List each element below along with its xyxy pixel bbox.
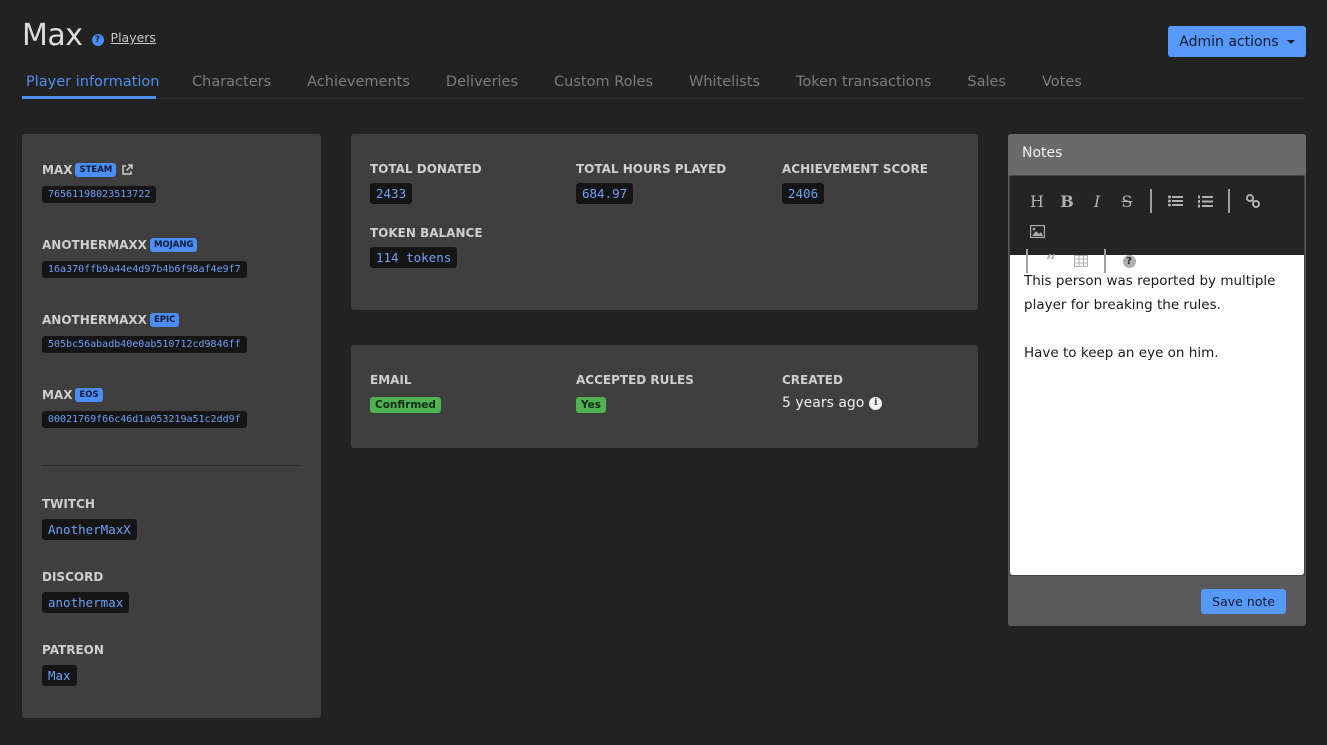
strikethrough-icon[interactable]: S bbox=[1112, 186, 1142, 216]
admin-actions-button[interactable]: Admin actions bbox=[1168, 26, 1306, 57]
toolbar-separator bbox=[1150, 189, 1152, 213]
status-label: ACCEPTED RULES bbox=[576, 373, 694, 387]
account-name: MAX bbox=[42, 163, 73, 177]
account-id: 505bc56abadb40e0ab510712cd9846ff bbox=[42, 336, 247, 353]
account-id: 76561198023513722 bbox=[42, 186, 157, 203]
social-label: TWITCH bbox=[42, 497, 95, 511]
account-name: MAX bbox=[42, 388, 73, 402]
stat-total-hours-played: TOTAL HOURS PLAYED 684.97 bbox=[576, 162, 782, 204]
tab-token-transactions[interactable]: Token transactions bbox=[778, 66, 949, 99]
social-value: AnotherMaxX bbox=[42, 519, 137, 540]
heading-icon[interactable]: H bbox=[1022, 186, 1052, 216]
image-icon[interactable] bbox=[1022, 216, 1052, 246]
tab-bar: Player information Characters Achievemen… bbox=[22, 66, 1306, 99]
social-label: DISCORD bbox=[42, 570, 104, 584]
notes-card: Notes H B I S “ ? This person was report… bbox=[1008, 134, 1306, 626]
tab-votes[interactable]: Votes bbox=[1024, 66, 1100, 99]
admin-actions-label: Admin actions bbox=[1179, 33, 1279, 50]
status-label: EMAIL bbox=[370, 373, 412, 387]
social-value: Max bbox=[42, 665, 77, 686]
notes-title: Notes bbox=[1008, 134, 1306, 175]
toolbar-separator bbox=[1228, 189, 1230, 213]
created-value: 5 years ago bbox=[782, 395, 865, 411]
unordered-list-icon[interactable] bbox=[1160, 186, 1190, 216]
account-entry: ANOTHERMAXX EPIC 505bc56abadb40e0ab51071… bbox=[42, 312, 301, 387]
social-value: anothermax bbox=[42, 592, 130, 613]
caret-down-icon bbox=[1286, 39, 1295, 44]
tab-characters[interactable]: Characters bbox=[174, 66, 289, 99]
platform-badge: EPIC bbox=[149, 313, 180, 327]
stat-total-donated: TOTAL DONATED 2433 bbox=[370, 162, 576, 204]
note-paragraph: This person was reported by multiple pla… bbox=[1024, 273, 1276, 313]
stat-value: 2433 bbox=[370, 183, 413, 204]
platform-badge: EOS bbox=[75, 388, 103, 402]
social-label: PATREON bbox=[42, 643, 104, 657]
tab-achievements[interactable]: Achievements bbox=[289, 66, 428, 99]
platform-badge: MOJANG bbox=[149, 238, 198, 252]
breadcrumb-players-link[interactable]: Players bbox=[111, 30, 156, 45]
page-title: Max bbox=[22, 18, 83, 53]
italic-icon[interactable]: I bbox=[1082, 186, 1112, 216]
note-textarea[interactable]: This person was reported by multiple pla… bbox=[1010, 255, 1304, 575]
stat-label: TOTAL DONATED bbox=[370, 162, 482, 176]
question-circle-icon[interactable]: ? bbox=[91, 34, 104, 46]
status-card: EMAIL Confirmed ACCEPTED RULES Yes CREAT… bbox=[351, 345, 978, 448]
account-id: 16a370ffb9a44e4d97b4b6f98af4e9f7 bbox=[42, 261, 247, 278]
tab-deliveries[interactable]: Deliveries bbox=[428, 66, 536, 99]
external-link-icon[interactable] bbox=[121, 164, 133, 176]
email-confirmed-badge: Confirmed bbox=[370, 397, 441, 413]
bold-icon[interactable]: B bbox=[1052, 186, 1082, 216]
tab-player-information[interactable]: Player information bbox=[22, 66, 159, 99]
social-entry-twitch: TWITCH AnotherMaxX bbox=[42, 496, 301, 569]
stat-value: 2406 bbox=[782, 183, 825, 204]
status-email: EMAIL Confirmed bbox=[370, 373, 576, 413]
divider bbox=[42, 465, 301, 466]
status-created: CREATED 5 years ago i bbox=[782, 373, 978, 413]
accounts-card: MAX STEAM 76561198023513722 ANOTHERMAXX … bbox=[22, 134, 321, 718]
save-note-button[interactable]: Save note bbox=[1201, 589, 1286, 614]
link-icon[interactable] bbox=[1238, 186, 1268, 216]
account-entry: MAX EOS 00021769f66c46d1a053219a51c2dd9f bbox=[42, 387, 301, 457]
stat-value: 684.97 bbox=[576, 183, 634, 204]
ordered-list-icon[interactable] bbox=[1190, 186, 1220, 216]
stat-value: 114 tokens bbox=[370, 247, 458, 268]
tab-custom-roles[interactable]: Custom Roles bbox=[536, 66, 671, 99]
account-id: 00021769f66c46d1a053219a51c2dd9f bbox=[42, 411, 247, 428]
stat-label: TOTAL HOURS PLAYED bbox=[576, 162, 727, 176]
info-icon[interactable]: i bbox=[869, 396, 883, 410]
stats-card: TOTAL DONATED 2433 TOTAL HOURS PLAYED 68… bbox=[351, 134, 978, 310]
stat-label: ACHIEVEMENT SCORE bbox=[782, 162, 928, 176]
tab-sales[interactable]: Sales bbox=[949, 66, 1024, 99]
account-name: ANOTHERMAXX bbox=[42, 238, 147, 252]
status-accepted-rules: ACCEPTED RULES Yes bbox=[576, 373, 782, 413]
editor-toolbar: H B I S “ ? bbox=[1010, 176, 1304, 273]
stat-token-balance: TOKEN BALANCE 114 tokens bbox=[370, 226, 576, 268]
tab-whitelists[interactable]: Whitelists bbox=[671, 66, 778, 99]
stat-label: TOKEN BALANCE bbox=[370, 226, 483, 240]
page-header: Max ? Players bbox=[22, 18, 156, 53]
social-entry-discord: DISCORD anothermax bbox=[42, 569, 301, 642]
status-label: CREATED bbox=[782, 373, 843, 387]
markdown-editor: H B I S “ ? This person was reported by … bbox=[1009, 175, 1305, 576]
note-paragraph: Have to keep an eye on him. bbox=[1024, 345, 1219, 361]
account-entry: ANOTHERMAXX MOJANG 16a370ffb9a44e4d97b4b… bbox=[42, 237, 301, 312]
account-name: ANOTHERMAXX bbox=[42, 313, 147, 327]
stat-achievement-score: ACHIEVEMENT SCORE 2406 bbox=[782, 162, 978, 204]
platform-badge: STEAM bbox=[75, 163, 117, 177]
social-entry-patreon: PATREON Max bbox=[42, 642, 301, 715]
account-entry: MAX STEAM 76561198023513722 bbox=[42, 162, 301, 237]
rules-accepted-badge: Yes bbox=[576, 397, 607, 413]
